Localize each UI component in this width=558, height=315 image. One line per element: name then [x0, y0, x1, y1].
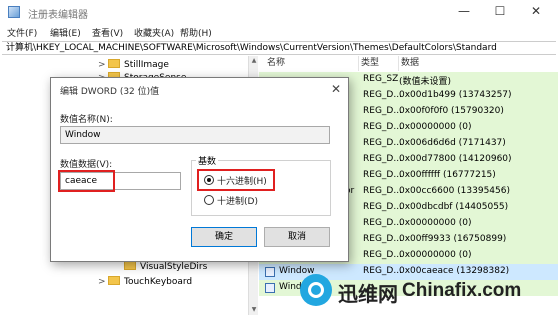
- folder-icon: [108, 276, 120, 285]
- tree-item-stillimage[interactable]: > StillImage: [98, 58, 169, 72]
- scroll-down-icon[interactable]: ▼: [249, 305, 259, 315]
- folder-icon: [124, 261, 136, 270]
- menu-edit[interactable]: 编辑(E): [50, 26, 81, 39]
- registry-dword-icon: [265, 283, 275, 293]
- value-name-field: Window: [60, 126, 330, 144]
- dialog-title: 编辑 DWORD (32 位)值: [60, 87, 160, 97]
- menu-favorites[interactable]: 收藏夹(A): [134, 26, 174, 39]
- tree-item-touchkeyboard[interactable]: > TouchKeyboard: [98, 275, 192, 289]
- window-title: 注册表编辑器: [28, 10, 88, 21]
- menu-help[interactable]: 帮助(H): [180, 26, 212, 39]
- base-label: 基数: [196, 154, 219, 167]
- value-data-label: 数值数据(V):: [60, 160, 113, 170]
- dec-radio-label[interactable]: 十进制(D): [217, 194, 258, 207]
- regedit-app-icon: [8, 6, 20, 18]
- scroll-up-icon[interactable]: ▲: [249, 56, 259, 66]
- dialog-close-icon[interactable]: ✕: [327, 80, 345, 98]
- maximize-button[interactable]: ☐: [482, 0, 518, 24]
- watermark-en: Chinafix.com: [402, 280, 522, 301]
- tree-item-visualstyledirs[interactable]: VisualStyleDirs: [114, 260, 207, 274]
- value-name-label: 数值名称(N):: [60, 115, 113, 125]
- cancel-button[interactable]: 取消: [264, 227, 330, 247]
- close-button[interactable]: ✕: [518, 0, 554, 24]
- column-header-name[interactable]: 名称: [259, 56, 359, 71]
- menu-bar: 文件(F) 编辑(E) 查看(V) 收藏夹(A) 帮助(H): [0, 24, 558, 40]
- dec-radio[interactable]: [204, 195, 214, 205]
- edit-dword-dialog: 编辑 DWORD (32 位)值 ✕ 数值名称(N): Window 数值数据(…: [50, 77, 349, 262]
- watermark-cn: 迅维网: [338, 282, 398, 306]
- address-bar[interactable]: 计算机\HKEY_LOCAL_MACHINE\SOFTWARE\Microsof…: [2, 41, 556, 55]
- value-data-highlight: [58, 170, 115, 192]
- column-header-data[interactable]: 数据: [399, 56, 558, 71]
- column-header-type[interactable]: 类型: [359, 56, 399, 71]
- minimize-button[interactable]: —: [446, 0, 482, 24]
- title-bar: 注册表编辑器 — ☐ ✕: [0, 0, 558, 24]
- registry-dword-icon: [265, 267, 275, 277]
- folder-icon: [108, 59, 120, 68]
- menu-file[interactable]: 文件(F): [7, 26, 37, 39]
- ok-button[interactable]: 确定: [191, 227, 257, 247]
- hex-radio-highlight: [197, 169, 275, 191]
- menu-view[interactable]: 查看(V): [92, 26, 123, 39]
- chinafix-logo-icon: [300, 274, 332, 306]
